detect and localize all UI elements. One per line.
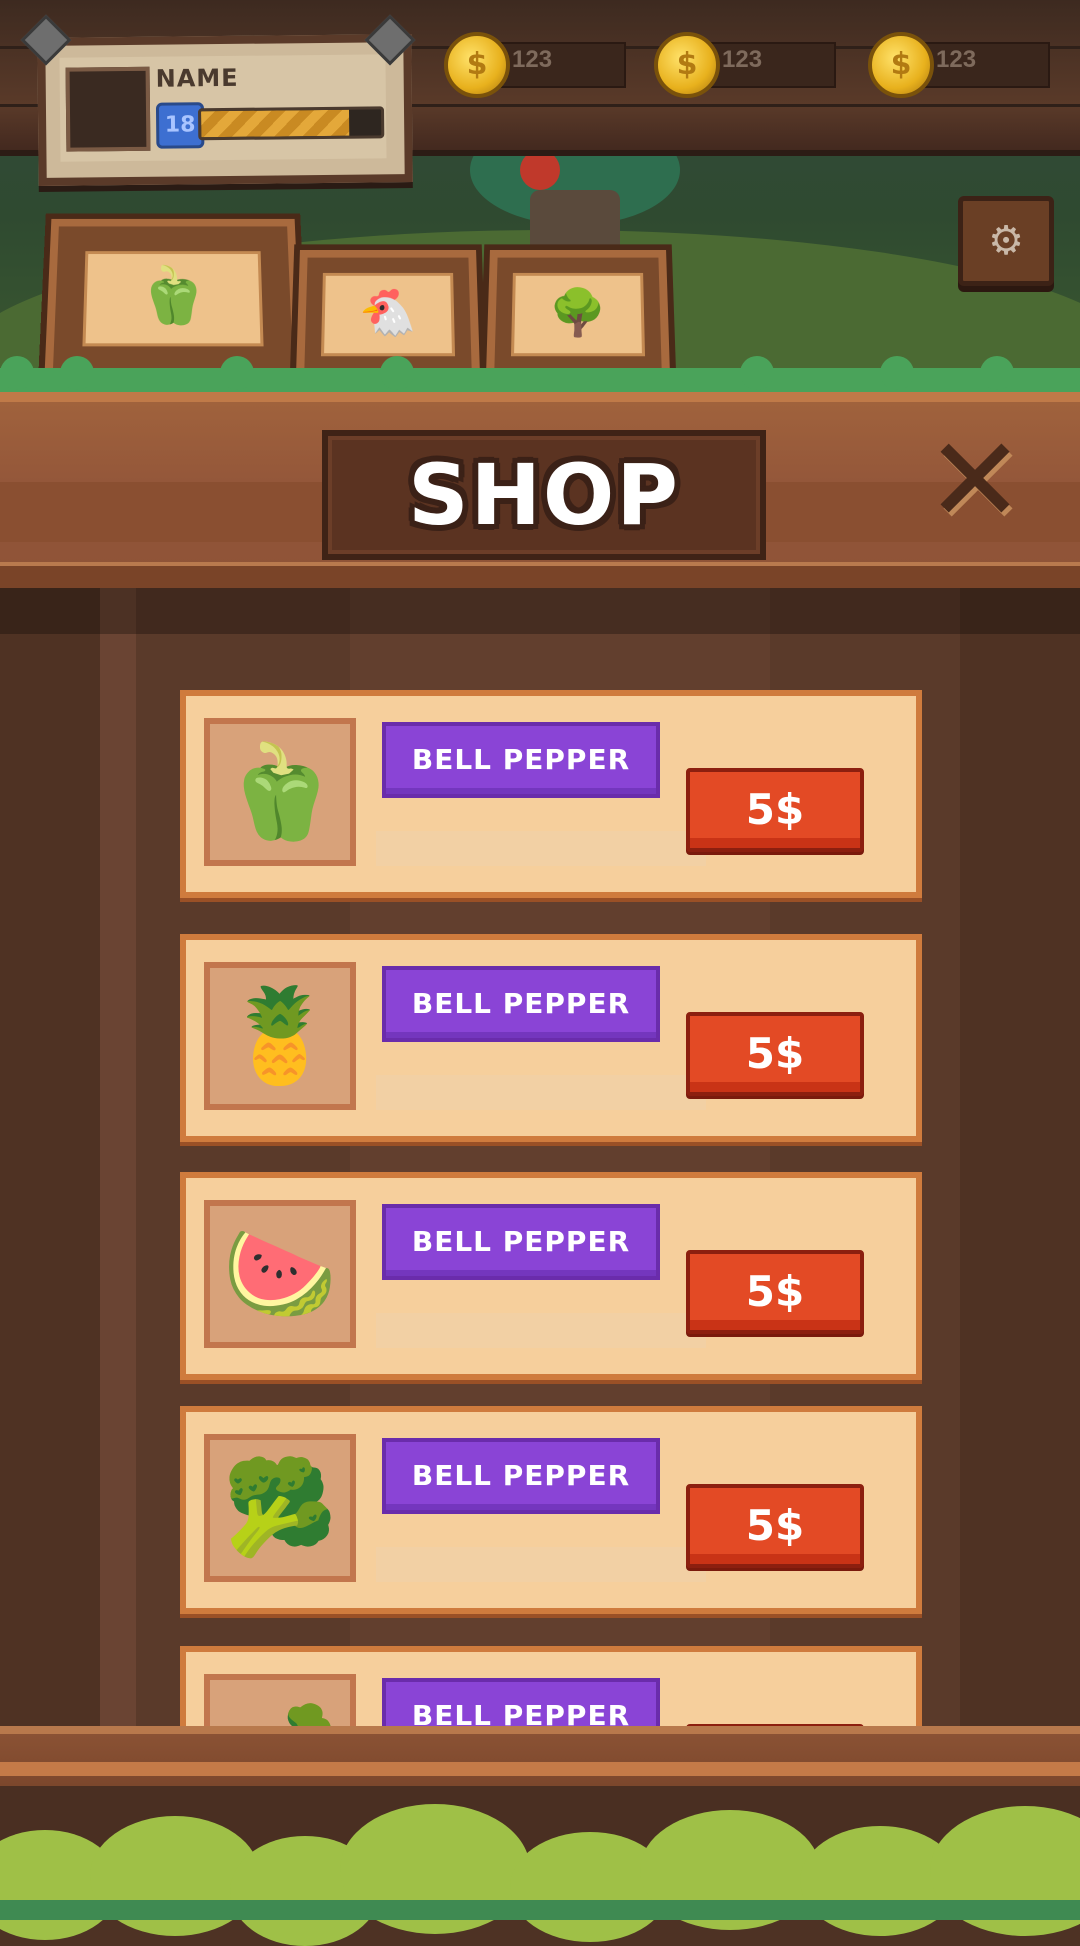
chicken-icon: 🐔 bbox=[359, 285, 417, 339]
category-tab-trees[interactable]: 🌳 bbox=[479, 244, 677, 384]
player-name: NAME bbox=[155, 63, 239, 93]
pineapple-icon: 🍍 bbox=[222, 982, 338, 1089]
currency-value: 123 bbox=[722, 46, 763, 73]
item-image-frame: 🫑 bbox=[204, 718, 356, 866]
item-image-frame: 🥦 bbox=[204, 1434, 356, 1582]
shop-title-plate: SHOP bbox=[322, 430, 766, 560]
apple bbox=[520, 150, 560, 190]
xp-bar bbox=[197, 106, 385, 141]
item-image-frame: 🍍 bbox=[204, 962, 356, 1110]
watermelon-icon: 🍉 bbox=[222, 1220, 338, 1327]
grass-floor bbox=[0, 1900, 1080, 1920]
currency-value: 123 bbox=[512, 46, 553, 73]
cauliflower-icon: 🥦 bbox=[222, 1454, 338, 1561]
item-name-tag: BELL PEPPER bbox=[382, 1438, 660, 1514]
coin-icon: $ bbox=[654, 32, 720, 98]
player-card[interactable]: NAME 18 bbox=[37, 34, 413, 186]
shop-item[interactable]: 🥕 BELL PEPPER 5$ bbox=[180, 1646, 922, 1728]
item-name-tag: BELL PEPPER bbox=[382, 1204, 660, 1280]
item-name-tag: BELL PEPPER bbox=[382, 1678, 660, 1728]
tree-icon: 🌳 bbox=[549, 285, 607, 339]
close-icon: ✕ bbox=[925, 411, 1025, 549]
item-name-tag: BELL PEPPER bbox=[382, 966, 660, 1042]
bell-pepper-icon: 🫑 bbox=[222, 738, 338, 845]
currency-value: 123 bbox=[936, 46, 977, 73]
currency-counter-3[interactable]: 123 $ bbox=[868, 32, 1058, 98]
level-badge: 18 bbox=[155, 102, 205, 149]
shop-item[interactable]: 🍉 BELL PEPPER 5$ bbox=[180, 1172, 922, 1380]
item-image-frame: 🍉 bbox=[204, 1200, 356, 1348]
shop-item[interactable]: 🍍 BELL PEPPER 5$ bbox=[180, 934, 922, 1142]
shop-item[interactable]: 🥦 BELL PEPPER 5$ bbox=[180, 1406, 922, 1614]
buy-button[interactable]: 5$ bbox=[686, 768, 864, 852]
buy-button[interactable]: 5$ bbox=[686, 1250, 864, 1334]
shop-item-list[interactable]: 🫑 BELL PEPPER 5$ 🍍 BELL PEPPER 5$ 🍉 BELL… bbox=[0, 588, 1080, 1728]
close-button[interactable]: ✕ bbox=[910, 411, 1040, 549]
currency-counter-1[interactable]: 123 $ bbox=[444, 32, 634, 98]
shop-item[interactable]: 🫑 BELL PEPPER 5$ bbox=[180, 690, 922, 898]
carrot-icon: 🥕 bbox=[210, 1680, 350, 1728]
shop-title: SHOP bbox=[408, 446, 680, 544]
shop-bottom-rail bbox=[0, 1726, 1080, 1794]
buy-button[interactable]: 5$ bbox=[686, 1012, 864, 1096]
settings-button[interactable]: ⚙ bbox=[958, 196, 1054, 286]
xp-bar-fill bbox=[201, 109, 349, 138]
bell-pepper-icon: 🫑 bbox=[137, 263, 209, 329]
avatar bbox=[65, 66, 151, 152]
item-image-frame: 🥕 bbox=[204, 1674, 356, 1728]
grass-strip bbox=[0, 368, 1080, 392]
currency-counter-2[interactable]: 123 $ bbox=[654, 32, 844, 98]
item-name-tag: BELL PEPPER bbox=[382, 722, 660, 798]
game-scene-background: NAME 18 123 $ 123 $ 123 $ 🫑 🐔 🌳 ⚙ bbox=[0, 0, 1080, 395]
buy-button[interactable]: 5$ bbox=[686, 1484, 864, 1568]
coin-icon: $ bbox=[868, 32, 934, 98]
gear-icon: ⚙ bbox=[988, 218, 1024, 264]
coin-icon: $ bbox=[444, 32, 510, 98]
